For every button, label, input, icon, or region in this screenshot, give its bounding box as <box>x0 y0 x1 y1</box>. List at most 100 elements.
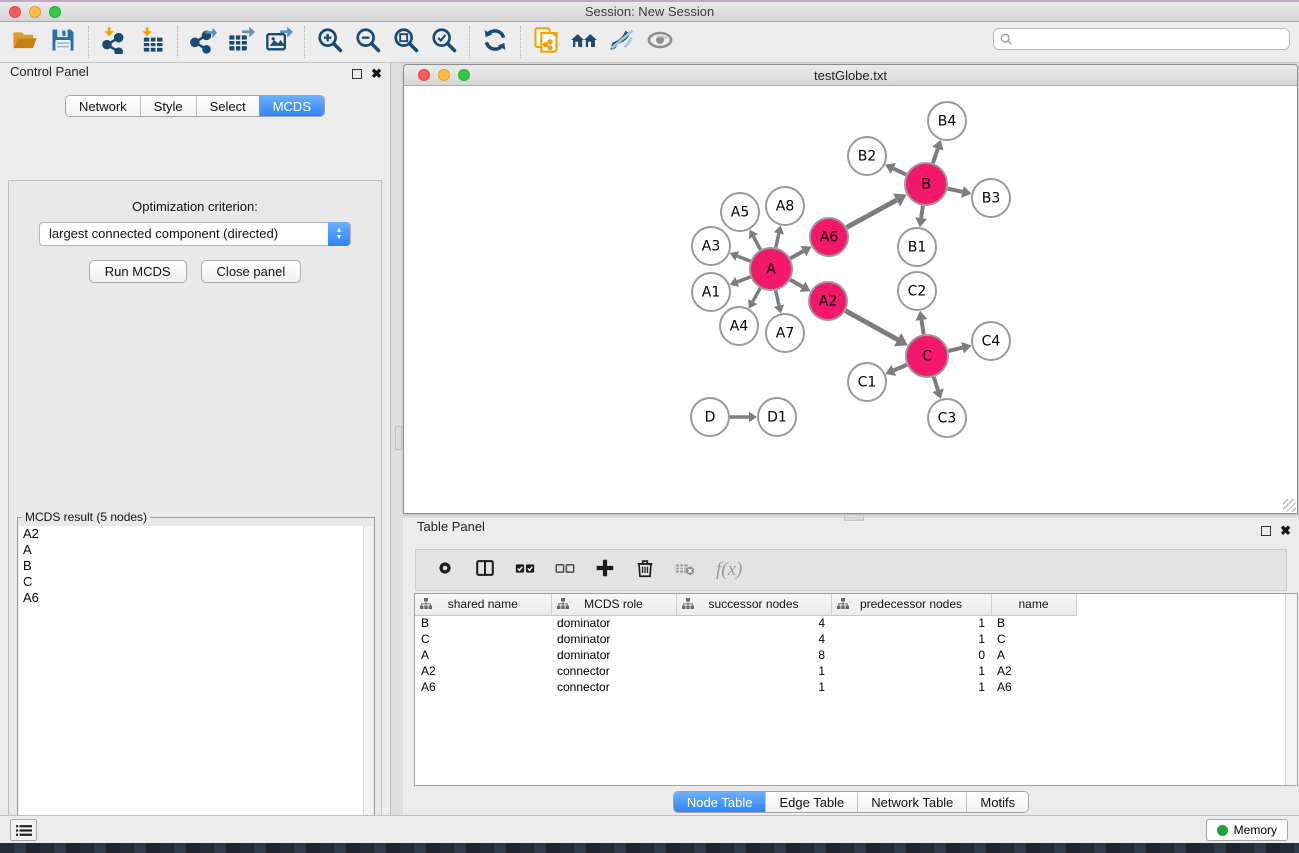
column-header-name[interactable]: name <box>991 594 1076 615</box>
column-header-predecessor-nodes[interactable]: predecessor nodes <box>831 594 991 615</box>
column-header-MCDS-role[interactable]: MCDS role <box>551 594 676 615</box>
table-cell[interactable]: connector <box>551 679 676 695</box>
export-table-button[interactable] <box>222 25 260 59</box>
tab-node-table[interactable]: Node Table <box>674 792 766 812</box>
task-history-button[interactable] <box>10 819 37 841</box>
graph-node-A7[interactable]: A7 <box>766 314 804 352</box>
result-item[interactable]: B <box>19 558 373 574</box>
table-cell[interactable]: A6 <box>415 679 551 695</box>
graph-node-B4[interactable]: B4 <box>928 102 966 140</box>
network-minimize-button[interactable] <box>438 69 450 81</box>
table-cell[interactable]: connector <box>551 663 676 679</box>
table-settings-button[interactable] <box>432 557 458 583</box>
graph-node-B1[interactable]: B1 <box>898 228 936 266</box>
table-row[interactable]: A6connector11A6 <box>415 679 1076 695</box>
table-float-panel-icon[interactable] <box>1261 526 1271 536</box>
import-table-button[interactable] <box>133 25 171 59</box>
table-cell[interactable]: A <box>991 647 1076 663</box>
table-cell[interactable]: A6 <box>991 679 1076 695</box>
table-row[interactable]: Bdominator41B <box>415 615 1076 631</box>
graph-node-A[interactable]: A <box>750 248 792 290</box>
table-cell[interactable]: 8 <box>676 647 831 663</box>
select-all-button[interactable] <box>512 557 538 583</box>
table-cell[interactable]: B <box>991 615 1076 631</box>
table-cell[interactable]: 1 <box>676 679 831 695</box>
table-cell[interactable]: C <box>415 631 551 647</box>
graph-node-C4[interactable]: C4 <box>972 322 1010 360</box>
minimize-window-button[interactable] <box>29 6 41 18</box>
table-cell[interactable]: 1 <box>676 663 831 679</box>
result-item[interactable]: C <box>19 574 373 590</box>
memory-button[interactable]: Memory <box>1206 819 1288 841</box>
table-cell[interactable]: A2 <box>991 663 1076 679</box>
result-item[interactable]: A2 <box>19 526 373 542</box>
network-close-button[interactable] <box>418 69 430 81</box>
table-cell[interactable]: A <box>415 647 551 663</box>
network-zoom-button[interactable] <box>458 69 470 81</box>
table-row[interactable]: Adominator80A <box>415 647 1076 663</box>
first-neighbors-button[interactable] <box>565 25 603 59</box>
vertical-split-handle[interactable] <box>395 426 402 450</box>
table-cell[interactable]: C <box>991 631 1076 647</box>
graph-node-C2[interactable]: C2 <box>898 272 936 310</box>
table-scrollbar[interactable] <box>1285 594 1297 785</box>
save-session-button[interactable] <box>44 25 82 59</box>
table-cell[interactable]: dominator <box>551 647 676 663</box>
table-cell[interactable]: B <box>415 615 551 631</box>
graph-node-A3[interactable]: A3 <box>692 227 730 265</box>
toolbar-search[interactable] <box>993 28 1290 50</box>
show-columns-button[interactable] <box>472 557 498 583</box>
tab-edge-table[interactable]: Edge Table <box>765 792 857 812</box>
delete-table-button[interactable] <box>672 557 698 583</box>
window-resize-grip[interactable] <box>1283 499 1296 512</box>
graph-node-C3[interactable]: C3 <box>928 399 966 437</box>
tab-mcds[interactable]: MCDS <box>259 96 324 116</box>
graph-node-A1[interactable]: A1 <box>692 273 730 311</box>
float-panel-icon[interactable] <box>352 69 362 79</box>
zoom-out-button[interactable] <box>349 25 387 59</box>
column-header-shared-name[interactable]: shared name <box>415 594 551 615</box>
table-row[interactable]: Cdominator41C <box>415 631 1076 647</box>
criterion-dropdown[interactable]: largest connected component (directed) ▲… <box>39 222 351 246</box>
export-network-button[interactable] <box>184 25 222 59</box>
zoom-selected-button[interactable] <box>425 25 463 59</box>
result-item[interactable]: A6 <box>19 590 373 606</box>
graph-node-A8[interactable]: A8 <box>766 187 804 225</box>
hide-graphics-button[interactable] <box>603 25 641 59</box>
table-cell[interactable]: 4 <box>676 631 831 647</box>
table-cell[interactable]: 0 <box>831 647 991 663</box>
graph-node-B2[interactable]: B2 <box>848 137 886 175</box>
table-cell[interactable]: 1 <box>831 679 991 695</box>
open-session-button[interactable] <box>6 25 44 59</box>
close-window-button[interactable] <box>9 6 21 18</box>
mcds-result-list[interactable]: A2ABCA6 <box>19 526 373 853</box>
delete-column-button[interactable] <box>632 557 658 583</box>
tab-motifs[interactable]: Motifs <box>966 792 1028 812</box>
table-cell[interactable]: 1 <box>831 615 991 631</box>
graph-node-A4[interactable]: A4 <box>720 307 758 345</box>
network-canvas[interactable]: AA1A3A5A8A6A4A7A2BB2B4B3B1CC1C2C4C3DD1 <box>404 86 1297 513</box>
table-cell[interactable]: 1 <box>831 631 991 647</box>
zoom-window-button[interactable] <box>49 6 61 18</box>
result-item[interactable]: A <box>19 542 373 558</box>
graph-node-B3[interactable]: B3 <box>972 179 1010 217</box>
table-row[interactable]: A2connector11A2 <box>415 663 1076 679</box>
graph-node-B[interactable]: B <box>905 163 947 205</box>
graph-node-A5[interactable]: A5 <box>721 193 759 231</box>
zoom-fit-button[interactable] <box>387 25 425 59</box>
graph-node-D1[interactable]: D1 <box>758 398 796 436</box>
create-column-button[interactable] <box>592 557 618 583</box>
column-header-successor-nodes[interactable]: successor nodes <box>676 594 831 615</box>
graph-node-C1[interactable]: C1 <box>848 363 886 401</box>
show-graphics-button[interactable] <box>641 25 679 59</box>
deselect-all-button[interactable] <box>552 557 578 583</box>
table-cell[interactable]: dominator <box>551 631 676 647</box>
result-list-scrollbar[interactable] <box>363 526 373 853</box>
refresh-view-button[interactable] <box>476 25 514 59</box>
function-builder-button[interactable]: f(x) <box>712 559 742 581</box>
table-cell[interactable]: 1 <box>831 663 991 679</box>
table-close-panel-icon[interactable]: ✖ <box>1280 526 1291 536</box>
graph-node-C[interactable]: C <box>906 335 948 377</box>
tab-style[interactable]: Style <box>140 96 196 116</box>
table-cell[interactable]: A2 <box>415 663 551 679</box>
